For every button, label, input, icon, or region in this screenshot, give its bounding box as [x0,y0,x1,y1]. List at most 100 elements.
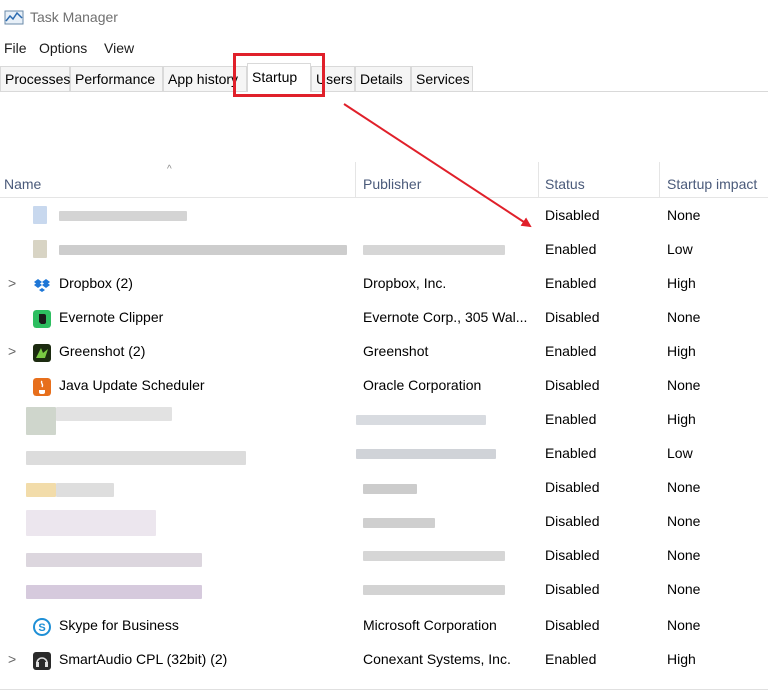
table-row[interactable]: Java Update Scheduler Oracle Corporation… [0,369,768,403]
task-manager-icon [4,10,24,25]
publisher-cell: Conexant Systems, Inc. [363,651,511,667]
tab-bar: Processes Performance App history Startu… [0,63,768,92]
evernote-icon [33,310,51,328]
status-cell: Enabled [545,445,597,461]
table-row[interactable]: Disabled None [0,573,768,607]
impact-cell: None [667,377,701,393]
column-header: ^ Name Publisher Status Startup impact [0,160,768,198]
column-status[interactable]: Status [545,176,585,192]
table-row[interactable]: Enabled High [0,403,768,437]
impact-cell: None [667,309,701,325]
name-cell: Skype for Business [59,617,179,633]
blurred-name [26,553,202,567]
menu-view[interactable]: View [104,40,134,56]
blurred-publisher [363,551,505,561]
status-cell: Disabled [545,377,600,393]
table-row[interactable]: Disabled None [0,505,768,539]
publisher-cell: Greenshot [363,343,429,359]
status-cell: Disabled [545,547,600,563]
name-cell: Evernote Clipper [59,309,164,325]
blurred-publisher [363,484,417,494]
window-title: Task Manager [30,9,118,25]
blurred-publisher [356,415,486,425]
publisher-cell: Oracle Corporation [363,377,482,393]
menu-file[interactable]: File [4,40,27,56]
tab-performance[interactable]: Performance [70,66,163,91]
table-row[interactable]: Enabled Low [0,437,768,471]
dropbox-icon [34,279,50,292]
impact-cell: Low [667,241,693,257]
blurred-publisher [356,449,496,459]
blurred-publisher [363,585,505,595]
greenshot-icon [33,344,51,362]
status-cell: Disabled [545,513,600,529]
impact-cell: High [667,343,696,359]
impact-cell: None [667,207,701,223]
column-separator[interactable] [355,162,356,198]
impact-cell: None [667,581,701,597]
name-cell: SmartAudio CPL (32bit) (2) [59,651,228,667]
status-cell: Enabled [545,241,597,257]
column-separator[interactable] [538,162,539,198]
status-cell: Disabled [545,309,600,325]
blurred-app-icon [33,240,47,258]
impact-cell: Low [667,445,693,461]
expand-chevron-icon[interactable]: > [8,343,16,359]
tab-details[interactable]: Details [355,66,411,91]
table-row[interactable]: > Dropbox (2) Dropbox, Inc. Enabled High [0,267,768,301]
status-cell: Disabled [545,207,600,223]
table-row[interactable]: Disabled None [0,539,768,573]
blurred-name [26,585,202,599]
tab-startup[interactable]: Startup [247,63,311,92]
smartaudio-icon [33,652,51,670]
blurred-name [26,510,156,536]
impact-cell: High [667,651,696,667]
column-startup-impact[interactable]: Startup impact [667,176,757,192]
blurred-name [56,407,172,421]
publisher-cell: Dropbox, Inc. [363,275,447,291]
menu-bar: File Options View [0,38,768,60]
blurred-app-icon [26,407,56,435]
impact-cell: None [667,547,701,563]
tab-services[interactable]: Services [411,66,473,91]
table-bottom-border [0,689,768,690]
blurred-publisher [363,518,435,528]
sort-caret-icon: ^ [167,164,172,175]
table-row[interactable]: Enabled Low [0,233,768,267]
java-icon [33,378,51,396]
tab-processes[interactable]: Processes [0,66,70,91]
impact-cell: High [667,411,696,427]
blurred-publisher [363,245,505,255]
tab-app-history[interactable]: App history [163,66,247,91]
column-publisher[interactable]: Publisher [363,176,421,192]
name-cell: Greenshot (2) [59,343,146,359]
name-cell: Dropbox (2) [59,275,133,291]
expand-chevron-icon[interactable]: > [8,275,16,291]
name-cell: Java Update Scheduler [59,377,205,393]
blurred-name [59,211,187,221]
tab-users[interactable]: Users [311,66,355,91]
table-row[interactable]: > Greenshot (2) Greenshot Enabled High [0,335,768,369]
table-row[interactable]: Evernote Clipper Evernote Corp., 305 Wal… [0,301,768,335]
impact-cell: None [667,479,701,495]
publisher-cell: Microsoft Corporation [363,617,497,633]
column-separator[interactable] [659,162,660,198]
table-row[interactable]: S Skype for Business Microsoft Corporati… [0,609,768,643]
column-name[interactable]: Name [4,176,41,192]
menu-options[interactable]: Options [39,40,87,56]
status-cell: Enabled [545,651,597,667]
skype-icon: S [33,618,51,636]
table-row[interactable]: Disabled None [0,471,768,505]
expand-chevron-icon[interactable]: > [8,651,16,667]
status-cell: Disabled [545,581,600,597]
blurred-name [26,451,246,465]
table-row[interactable]: Disabled None [0,199,768,233]
impact-cell: High [667,275,696,291]
status-cell: Enabled [545,411,597,427]
svg-text:S: S [38,622,45,634]
blurred-app-icon [33,206,47,224]
table-row[interactable]: > SmartAudio CPL (32bit) (2) Conexant Sy… [0,643,768,677]
status-cell: Disabled [545,479,600,495]
title-bar: Task Manager [0,0,768,36]
publisher-cell: Evernote Corp., 305 Wal... [363,309,528,325]
